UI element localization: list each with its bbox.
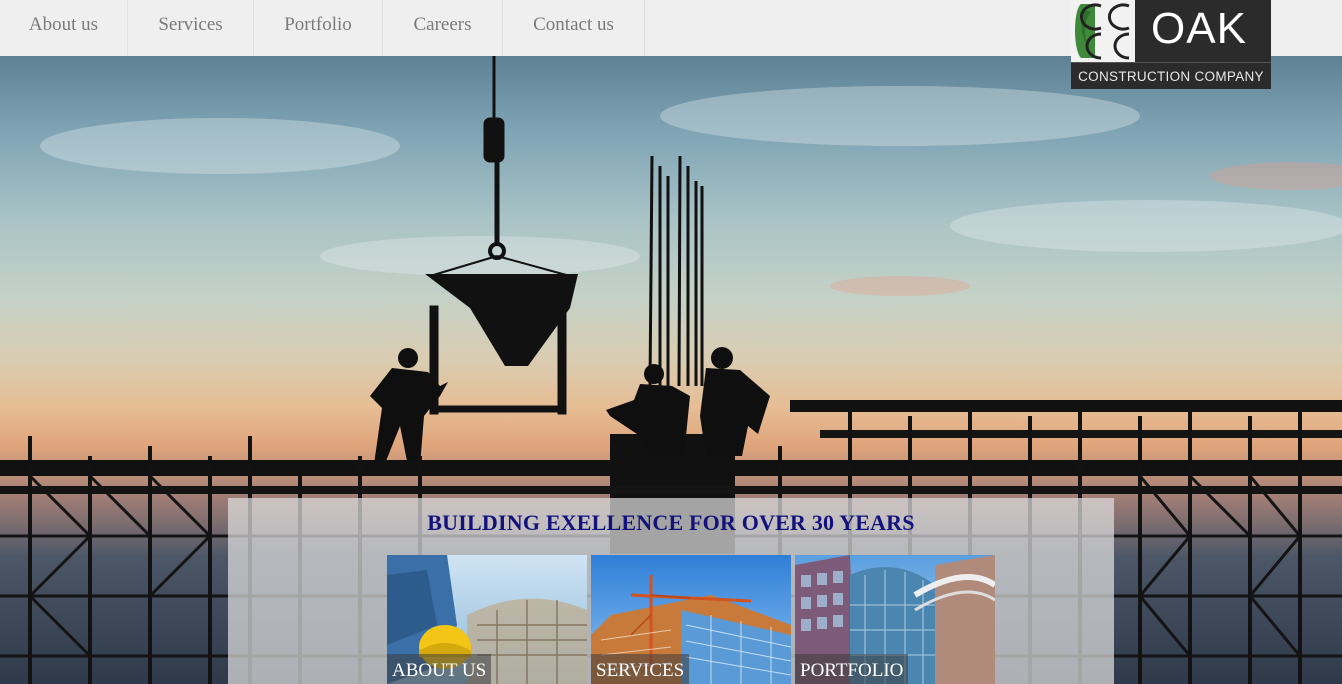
company-logo[interactable]: OAK CONSTRUCTION COMPANY	[1071, 0, 1271, 89]
tile-portfolio[interactable]: PORTFOLIO	[795, 555, 995, 684]
logo-wordmark: OAK	[1151, 4, 1247, 53]
tile-portfolio-label: PORTFOLIO	[795, 654, 909, 684]
nav-contact-us[interactable]: Contact us	[503, 0, 645, 56]
nav-services[interactable]: Services	[128, 0, 254, 56]
logo-mark-icon	[1071, 0, 1135, 62]
tile-services-label: SERVICES	[591, 654, 690, 684]
nav-about-us[interactable]: About us	[0, 0, 128, 56]
tile-about-us[interactable]: ABOUT US	[387, 555, 587, 684]
tile-about-us-label: ABOUT US	[387, 654, 492, 684]
logo-subtitle: CONSTRUCTION COMPANY	[1071, 62, 1271, 90]
hero-tagline: BUILDING EXELLENCE FOR OVER 30 YEARS	[427, 510, 915, 535]
nav-careers[interactable]: Careers	[383, 0, 503, 56]
intro-panel: BUILDING EXELLENCE FOR OVER 30 YEARS ABO…	[228, 498, 1114, 684]
tile-services[interactable]: SERVICES	[591, 555, 791, 684]
hero-banner: BUILDING EXELLENCE FOR OVER 30 YEARS ABO…	[0, 56, 1342, 684]
nav-portfolio[interactable]: Portfolio	[254, 0, 383, 56]
